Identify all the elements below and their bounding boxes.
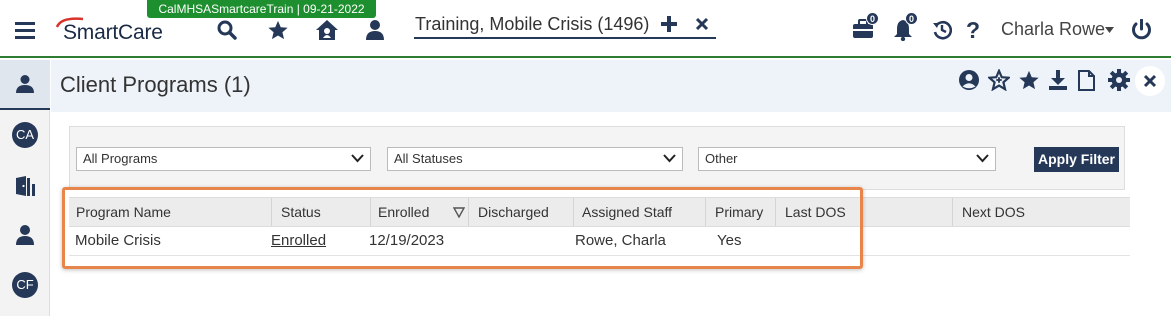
chevron-down-icon <box>976 154 989 163</box>
close-icon <box>1143 74 1157 88</box>
briefcase-count-badge: 0 <box>866 12 879 25</box>
top-bar: CalMHSASmartcareTrain | 09-21-2022 Smart… <box>0 0 1171 58</box>
program-filter-select[interactable]: All Programs <box>76 147 371 171</box>
search-icon[interactable] <box>216 19 238 41</box>
favorite-star-icon[interactable] <box>1017 68 1041 92</box>
client-account-icon[interactable] <box>957 68 981 92</box>
home-icon[interactable] <box>314 18 340 42</box>
history-icon[interactable] <box>931 19 953 41</box>
apply-filter-button[interactable]: Apply Filter <box>1034 147 1119 172</box>
client-tab-label: Training, Mobile Crisis (1496) <box>415 14 650 34</box>
notification-count-badge: 0 <box>905 12 918 25</box>
client-person-icon <box>14 73 36 95</box>
logout-power-icon[interactable] <box>1130 18 1152 42</box>
user-name[interactable]: Charla Rowe <box>1001 19 1105 40</box>
download-icon[interactable] <box>1047 68 1069 92</box>
column-header-next-dos[interactable]: Next DOS <box>953 198 1130 226</box>
add-tab-plus-icon[interactable] <box>660 15 678 33</box>
page-title: Client Programs (1) <box>60 72 251 97</box>
user-menu-caret-icon[interactable] <box>1104 26 1114 34</box>
sidebar-door-icon[interactable] <box>13 174 37 198</box>
status-filter-value: All Statuses <box>394 151 463 166</box>
left-sidebar: CA CF <box>0 60 50 316</box>
close-page-button[interactable] <box>1135 66 1165 96</box>
client-tab[interactable]: Training, Mobile Crisis (1496) <box>414 10 716 39</box>
sidebar-item-client[interactable] <box>0 60 50 110</box>
settings-gear-icon[interactable] <box>1107 68 1131 92</box>
favorites-star-icon[interactable] <box>266 18 290 42</box>
logo-text: SmartCare <box>63 21 163 44</box>
filter-panel: All Programs All Statuses Other Apply Fi… <box>69 126 1125 190</box>
chevron-down-icon <box>351 154 364 163</box>
status-filter-select[interactable]: All Statuses <box>387 147 683 171</box>
page-header: Client Programs (1) <box>51 60 1171 112</box>
other-filter-select[interactable]: Other <box>698 147 996 171</box>
smartcare-logo[interactable]: SmartCare <box>55 14 175 48</box>
sidebar-item-ca[interactable]: CA <box>12 122 38 148</box>
environment-badge: CalMHSASmartcareTrain | 09-21-2022 <box>147 0 376 18</box>
highlight-annotation-box <box>62 187 863 269</box>
close-tab-icon[interactable] <box>693 15 711 33</box>
document-icon[interactable] <box>1076 68 1096 92</box>
program-filter-value: All Programs <box>83 151 158 166</box>
hamburger-menu-icon[interactable] <box>14 20 36 40</box>
client-person-icon[interactable] <box>364 18 386 42</box>
sidebar-item-cf[interactable]: CF <box>12 272 38 298</box>
help-question-icon[interactable]: ? <box>964 17 982 43</box>
add-favorite-star-outline-icon[interactable] <box>987 68 1011 92</box>
sidebar-person-icon[interactable] <box>14 223 36 247</box>
other-filter-value: Other <box>705 151 738 166</box>
chevron-down-icon <box>663 154 676 163</box>
